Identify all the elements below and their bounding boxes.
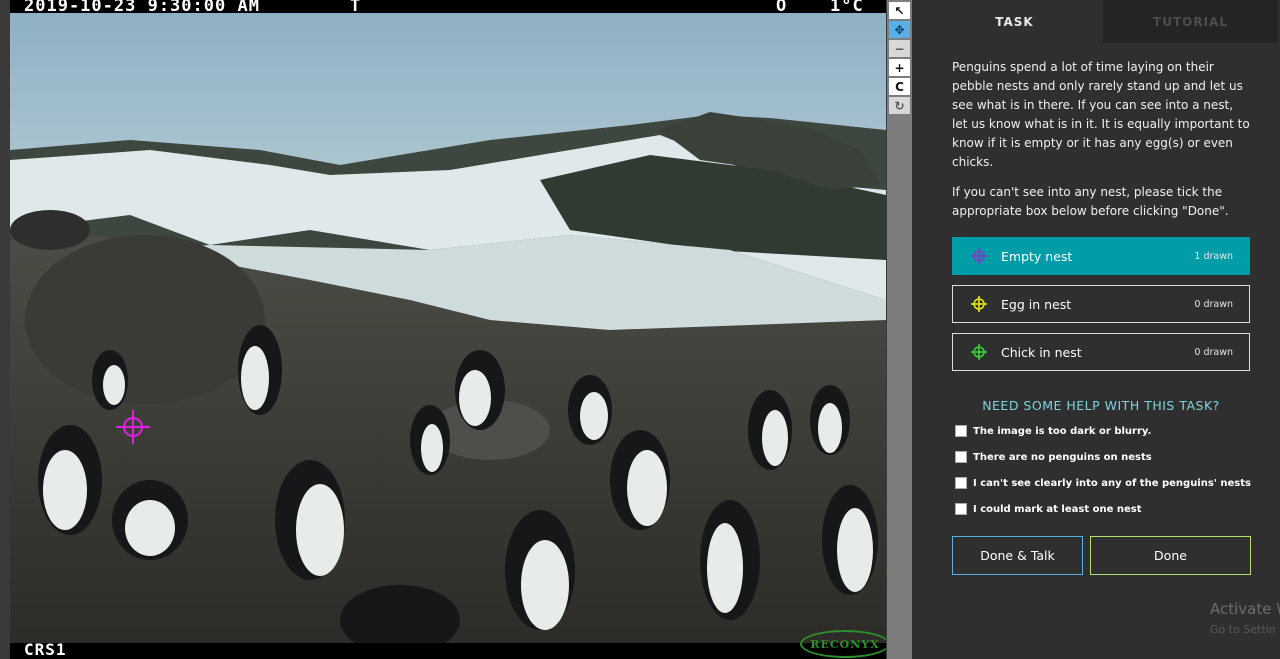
- activate-windows-subtext: Go to Settin: [1210, 623, 1276, 636]
- tool-egg-in-nest[interactable]: Egg in nest 0 drawn: [952, 285, 1250, 323]
- reconyx-logo: RECONYX: [800, 630, 886, 658]
- reset-icon[interactable]: ↻: [889, 97, 910, 114]
- tab-task[interactable]: TASK: [927, 0, 1102, 43]
- checkbox-no-penguins[interactable]: There are no penguins on nests: [955, 451, 1152, 463]
- checkbox-label: The image is too dark or blurry.: [973, 425, 1152, 437]
- tool-chick-in-nest[interactable]: Chick in nest 0 drawn: [952, 333, 1250, 371]
- tool-count: 0 drawn: [1194, 298, 1233, 310]
- rotate-icon[interactable]: C: [889, 78, 910, 95]
- camera-timestamp: 2019-10-23 9:30:00 AM: [24, 0, 260, 16]
- crosshair-icon: [971, 296, 987, 312]
- instructions-paragraph: Penguins spend a lot of time laying on t…: [952, 60, 1250, 169]
- tool-label: Chick in nest: [1001, 344, 1082, 360]
- task-instructions: Penguins spend a lot of time laying on t…: [952, 58, 1252, 232]
- move-icon[interactable]: ✥: [889, 21, 910, 38]
- tool-count: 0 drawn: [1194, 346, 1233, 358]
- instructions-paragraph: If you can't see into any nest, please t…: [952, 185, 1229, 218]
- panel-tabs: TASK TUTORIAL: [927, 0, 1280, 43]
- checkbox-label: I could mark at least one nest: [973, 503, 1142, 515]
- tool-label: Empty nest: [1001, 248, 1073, 264]
- tool-empty-nest[interactable]: Empty nest 1 drawn: [952, 237, 1250, 275]
- checkbox-marked-one[interactable]: I could mark at least one nest: [955, 503, 1142, 515]
- camera-temperature: 1°C: [830, 0, 864, 16]
- viewer-toolbar: ↖ ✥ − + C ↻: [887, 0, 912, 659]
- pointer-icon[interactable]: ↖: [889, 2, 910, 19]
- camera-image[interactable]: 2019-10-23 9:30:00 AM T O 1°C CRS1 RECON…: [10, 0, 886, 659]
- moon-phase-icon: O: [776, 0, 788, 16]
- checkbox[interactable]: [955, 451, 967, 463]
- checkbox[interactable]: [955, 425, 967, 437]
- checkbox[interactable]: [955, 503, 967, 515]
- zoom-in-icon[interactable]: +: [889, 59, 910, 76]
- tool-count: 1 drawn: [1194, 250, 1233, 262]
- penguin-colony-photo: [10, 0, 886, 659]
- checkbox-cant-see-nests[interactable]: I can't see clearly into any of the peng…: [955, 477, 1251, 489]
- task-panel: TASK TUTORIAL Penguins spend a lot of ti…: [927, 0, 1280, 659]
- checkbox-too-dark[interactable]: The image is too dark or blurry.: [955, 425, 1151, 437]
- thermometer-icon: T: [350, 0, 362, 16]
- done-button[interactable]: Done: [1090, 536, 1251, 575]
- tab-tutorial[interactable]: TUTORIAL: [1103, 0, 1278, 43]
- checkbox-label: I can't see clearly into any of the peng…: [973, 477, 1251, 489]
- done-and-talk-button[interactable]: Done & Talk: [952, 536, 1083, 575]
- tool-label: Egg in nest: [1001, 296, 1072, 312]
- camera-id: CRS1: [24, 640, 67, 659]
- crosshair-icon: [971, 344, 987, 360]
- crosshair-icon: [971, 248, 987, 264]
- zoom-out-icon[interactable]: −: [889, 40, 910, 57]
- checkbox-label: There are no penguins on nests: [973, 451, 1152, 463]
- help-title: NEED SOME HELP WITH THIS TASK?: [982, 398, 1220, 413]
- activate-windows-watermark: Activate W: [1210, 600, 1280, 618]
- image-viewer: 2019-10-23 9:30:00 AM T O 1°C CRS1 RECON…: [0, 0, 912, 659]
- checkbox[interactable]: [955, 477, 967, 489]
